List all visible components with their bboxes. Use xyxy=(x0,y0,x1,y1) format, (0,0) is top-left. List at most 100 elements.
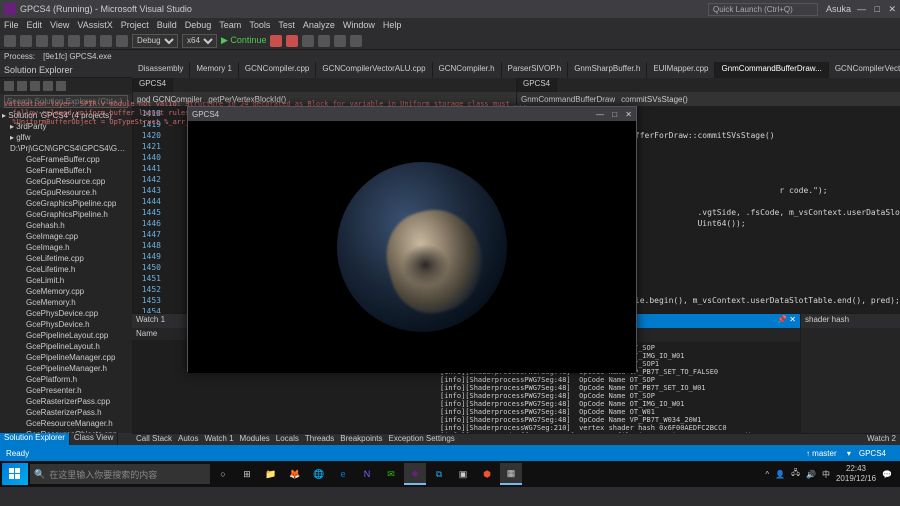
tree-item[interactable]: GceImage.cpp xyxy=(2,231,130,242)
tree-item[interactable]: GceLimit.h xyxy=(2,275,130,286)
tray-up-icon[interactable]: ^ xyxy=(765,470,769,479)
doc-tab[interactable]: Memory 1 xyxy=(190,62,239,78)
float-minimize-icon[interactable]: — xyxy=(596,110,604,119)
menu-test[interactable]: Test xyxy=(278,20,295,30)
tree-item[interactable]: GcePipelineLayout.h xyxy=(2,341,130,352)
minimize-icon[interactable]: — xyxy=(857,4,866,14)
menu-project[interactable]: Project xyxy=(121,20,149,30)
tree-item[interactable]: GcePipelineManager.cpp xyxy=(2,352,130,363)
tree-item[interactable]: GcePhysDevice.h xyxy=(2,319,130,330)
stepover-icon[interactable] xyxy=(334,35,346,47)
vs-taskbar-icon[interactable]: ◆ xyxy=(404,463,426,485)
taskbar-search-input[interactable]: 🔍 在这里输入你要搜索的内容 xyxy=(30,464,210,484)
config-select[interactable]: Debug xyxy=(132,34,178,48)
tab-class-view[interactable]: Class View xyxy=(70,433,118,445)
menu-build[interactable]: Build xyxy=(157,20,177,30)
tree-item[interactable]: GcePipelineLayout.cpp xyxy=(2,330,130,341)
tray-people-icon[interactable]: 👤 xyxy=(775,470,785,479)
right-nav-scope[interactable]: GnmCommandBufferDraw xyxy=(521,95,615,104)
nav-back-icon[interactable] xyxy=(4,35,16,47)
menu-window[interactable]: Window xyxy=(343,20,375,30)
stepout-icon[interactable] xyxy=(350,35,362,47)
break-icon[interactable] xyxy=(270,35,282,47)
tree-item[interactable]: GceResourceManager.h xyxy=(2,418,130,429)
menu-team[interactable]: Team xyxy=(219,20,241,30)
doc-tab[interactable]: GnmSharpBuffer.h xyxy=(568,62,647,78)
bottom-tab[interactable]: Watch 1 xyxy=(204,434,233,445)
doc-tab[interactable]: GCNCompiler.h xyxy=(433,62,502,78)
status-branch[interactable]: ↑ master ▾ xyxy=(806,449,851,458)
redo-icon[interactable] xyxy=(116,35,128,47)
continue-button[interactable]: ▶ Continue xyxy=(221,35,266,46)
undo-icon[interactable] xyxy=(100,35,112,47)
firefox-icon[interactable]: 🦊 xyxy=(284,463,306,485)
menu-analyze[interactable]: Analyze xyxy=(303,20,335,30)
doc-tab[interactable]: EUIMapper.cpp xyxy=(647,62,715,78)
tree-item[interactable]: GceGraphicsPipeline.cpp xyxy=(2,198,130,209)
explorer-icon[interactable]: 📁 xyxy=(260,463,282,485)
tree-item[interactable]: GcePhysDevice.cpp xyxy=(2,308,130,319)
tree-item[interactable]: GceGpuResource.cpp xyxy=(2,176,130,187)
tree-item[interactable]: GceLifetime.cpp xyxy=(2,253,130,264)
menu-view[interactable]: View xyxy=(50,20,69,30)
tree-item[interactable]: ▸ glfw xyxy=(2,132,130,143)
tree-item[interactable]: GceMemory.cpp xyxy=(2,286,130,297)
float-close-icon[interactable]: ✕ xyxy=(625,110,632,119)
bottom-tab[interactable]: Exception Settings xyxy=(389,434,455,445)
bottom-tab[interactable]: Threads xyxy=(305,434,334,445)
close-icon[interactable]: ✕ xyxy=(888,4,896,14)
menu-file[interactable]: File xyxy=(4,20,19,30)
tree-item[interactable]: GceRasterizerPass.h xyxy=(2,407,130,418)
maximize-icon[interactable]: □ xyxy=(875,4,880,14)
terminal-icon[interactable]: ▣ xyxy=(452,463,474,485)
edge-icon[interactable]: e xyxy=(332,463,354,485)
tree-item[interactable]: GceGraphicsPipeline.h xyxy=(2,209,130,220)
tray-notifications-icon[interactable]: 💬 xyxy=(882,470,892,479)
showall-icon[interactable] xyxy=(43,81,53,91)
menu-help[interactable]: Help xyxy=(383,20,402,30)
tree-item[interactable]: GcePipelineManager.h xyxy=(2,363,130,374)
left-pane-tab[interactable]: GPCS4 xyxy=(133,78,173,92)
user-name[interactable]: Asuka xyxy=(826,4,851,14)
restart-icon[interactable] xyxy=(302,35,314,47)
menu-tools[interactable]: Tools xyxy=(249,20,270,30)
start-button[interactable] xyxy=(2,463,28,485)
tree-item[interactable]: GceGpuResource.h xyxy=(2,187,130,198)
stepinto-icon[interactable] xyxy=(318,35,330,47)
float-maximize-icon[interactable]: □ xyxy=(612,110,617,119)
tree-item[interactable]: GceFrameBuffer.h xyxy=(2,165,130,176)
doc-tab[interactable]: GCNCompilerVectorALU.cpp xyxy=(316,62,432,78)
home-icon[interactable] xyxy=(4,81,14,91)
tray-net-icon[interactable]: 🖧 xyxy=(791,467,800,481)
doc-tab[interactable]: GCNCompiler.cpp xyxy=(239,62,316,78)
bottom-tab[interactable]: Call Stack xyxy=(136,434,172,445)
vscode-icon[interactable]: ⧉ xyxy=(428,463,450,485)
menu-debug[interactable]: Debug xyxy=(185,20,212,30)
tree-item[interactable]: GcePlatform.h xyxy=(2,374,130,385)
tray-ime-icon[interactable]: 中 xyxy=(822,469,830,480)
watch2-tab[interactable]: Watch 2 xyxy=(867,434,896,445)
tree-item[interactable]: GceRasterizerPass.cpp xyxy=(2,396,130,407)
output-pin-icon[interactable]: 📌 ✕ xyxy=(777,315,796,327)
taskview-icon[interactable]: ⊞ xyxy=(236,463,258,485)
tree-item[interactable]: D:\Prj\GCN\GPCS4\GPCS4\GPCS4\config.h\GP… xyxy=(2,143,130,154)
save-icon[interactable] xyxy=(68,35,80,47)
notes-icon[interactable]: N xyxy=(356,463,378,485)
refresh-icon[interactable] xyxy=(30,81,40,91)
bottom-tab[interactable]: Locals xyxy=(276,434,299,445)
stop-icon[interactable] xyxy=(286,35,298,47)
doc-tab[interactable]: Disassembly xyxy=(132,62,190,78)
collapse-icon[interactable] xyxy=(17,81,27,91)
app-icon[interactable]: ▦ xyxy=(500,463,522,485)
open-icon[interactable] xyxy=(52,35,64,47)
bottom-tab[interactable]: Breakpoints xyxy=(340,434,382,445)
cortana-icon[interactable]: ○ xyxy=(212,463,234,485)
tree-item[interactable]: GceFrameBuffer.cpp xyxy=(2,154,130,165)
tree-item[interactable]: Gcehash.h xyxy=(2,220,130,231)
tree-item[interactable]: GceImage.h xyxy=(2,242,130,253)
status-project[interactable]: GPCS4 xyxy=(859,449,886,458)
tray-clock[interactable]: 22:432019/12/16 xyxy=(836,464,876,484)
tray-volume-icon[interactable]: 🔊 xyxy=(806,470,816,479)
tree-item[interactable]: GcePresenter.h xyxy=(2,385,130,396)
doc-tab[interactable]: GCNCompilerVectorALU.cpp xyxy=(829,62,900,78)
